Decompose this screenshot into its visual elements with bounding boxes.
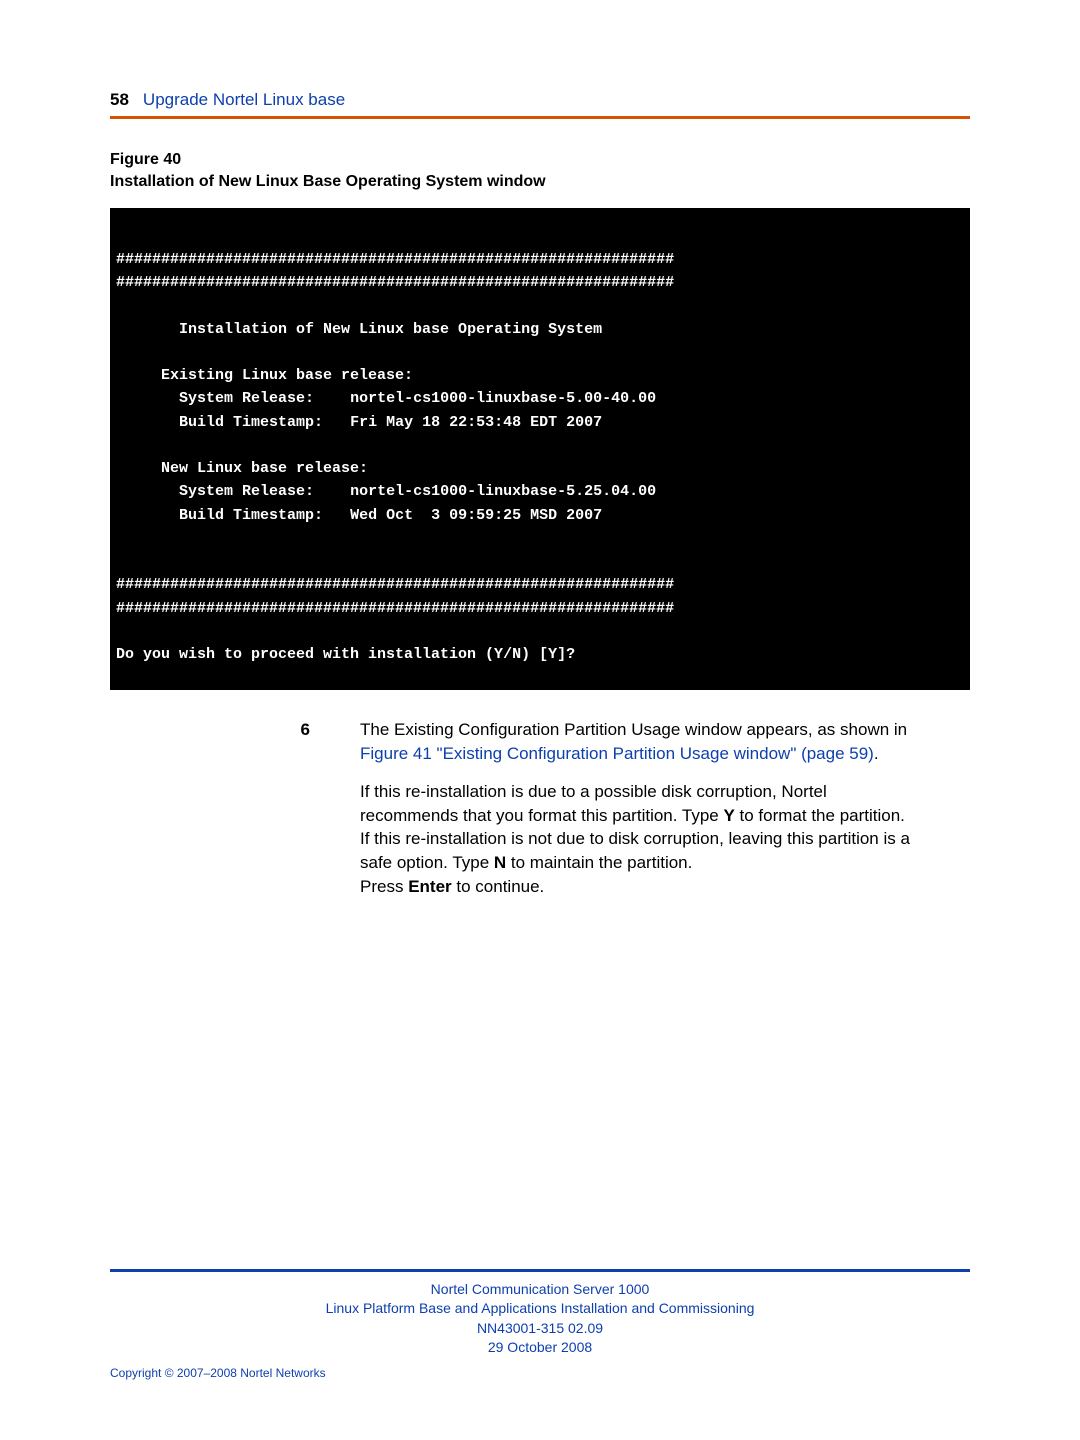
install-prompt: Do you wish to proceed with installation… xyxy=(116,646,575,663)
existing-heading: Existing Linux base release: xyxy=(161,367,413,384)
page-number: 58 xyxy=(110,90,129,110)
step-paragraph-2: If this re-installation is due to a poss… xyxy=(360,780,920,828)
figure-number: Figure 40 xyxy=(110,151,181,168)
footer-text-block: Nortel Communication Server 1000 Linux P… xyxy=(110,1280,970,1358)
terminal-title: Installation of New Linux base Operating… xyxy=(179,321,602,338)
text-run: to continue. xyxy=(452,877,545,896)
step-paragraph-3: If this re-installation is not due to di… xyxy=(360,827,920,875)
build-label: Build Timestamp: xyxy=(179,414,323,431)
hash-line: ########################################… xyxy=(116,251,674,268)
footer-line-1: Nortel Communication Server 1000 xyxy=(110,1280,970,1300)
figure-caption: Installation of New Linux Base Operating… xyxy=(110,173,546,190)
copyright-line: Copyright © 2007–2008 Nortel Networks xyxy=(110,1366,970,1380)
key-y: Y xyxy=(723,806,734,825)
text-run: to format the partition. xyxy=(735,806,905,825)
step-paragraph-4: Press Enter to continue. xyxy=(360,875,920,899)
footer-line-3: NN43001-315 02.09 xyxy=(110,1319,970,1339)
section-title: Upgrade Nortel Linux base xyxy=(143,90,345,110)
page-footer: Nortel Communication Server 1000 Linux P… xyxy=(110,1269,970,1380)
new-build-value: Wed Oct 3 09:59:25 MSD 2007 xyxy=(350,507,602,524)
existing-sysrel-value: nortel-cs1000-linuxbase-5.00-40.00 xyxy=(350,390,656,407)
step-block: 6 The Existing Configuration Partition U… xyxy=(110,718,970,913)
text-run: . xyxy=(874,744,879,763)
terminal-screenshot: ########################################… xyxy=(110,208,970,691)
header-rule xyxy=(110,116,970,119)
content-area: 58 Upgrade Nortel Linux base Figure 40 I… xyxy=(110,90,970,1269)
build-label: Build Timestamp: xyxy=(179,507,323,524)
key-n: N xyxy=(494,853,506,872)
hash-line: ########################################… xyxy=(116,576,674,593)
hash-line: ########################################… xyxy=(116,274,674,291)
figure-cross-ref-link[interactable]: Figure 41 "Existing Configuration Partit… xyxy=(360,744,874,763)
document-page: 58 Upgrade Nortel Linux base Figure 40 I… xyxy=(0,0,1080,1440)
text-run: Press xyxy=(360,877,408,896)
footer-line-2: Linux Platform Base and Applications Ins… xyxy=(110,1299,970,1319)
sysrel-label: System Release: xyxy=(179,483,314,500)
step-number: 6 xyxy=(110,718,360,913)
step-paragraph-1: The Existing Configuration Partition Usa… xyxy=(360,718,920,766)
text-run: to maintain the partition. xyxy=(506,853,692,872)
footer-rule xyxy=(110,1269,970,1272)
text-run: The Existing Configuration Partition Usa… xyxy=(360,720,907,739)
running-header: 58 Upgrade Nortel Linux base xyxy=(110,90,970,114)
step-body: The Existing Configuration Partition Usa… xyxy=(360,718,920,913)
new-heading: New Linux base release: xyxy=(161,460,368,477)
footer-line-4: 29 October 2008 xyxy=(110,1338,970,1358)
new-sysrel-value: nortel-cs1000-linuxbase-5.25.04.00 xyxy=(350,483,656,500)
figure-label: Figure 40 Installation of New Linux Base… xyxy=(110,149,970,194)
sysrel-label: System Release: xyxy=(179,390,314,407)
existing-build-value: Fri May 18 22:53:48 EDT 2007 xyxy=(350,414,602,431)
key-enter: Enter xyxy=(408,877,451,896)
hash-line: ########################################… xyxy=(116,600,674,617)
